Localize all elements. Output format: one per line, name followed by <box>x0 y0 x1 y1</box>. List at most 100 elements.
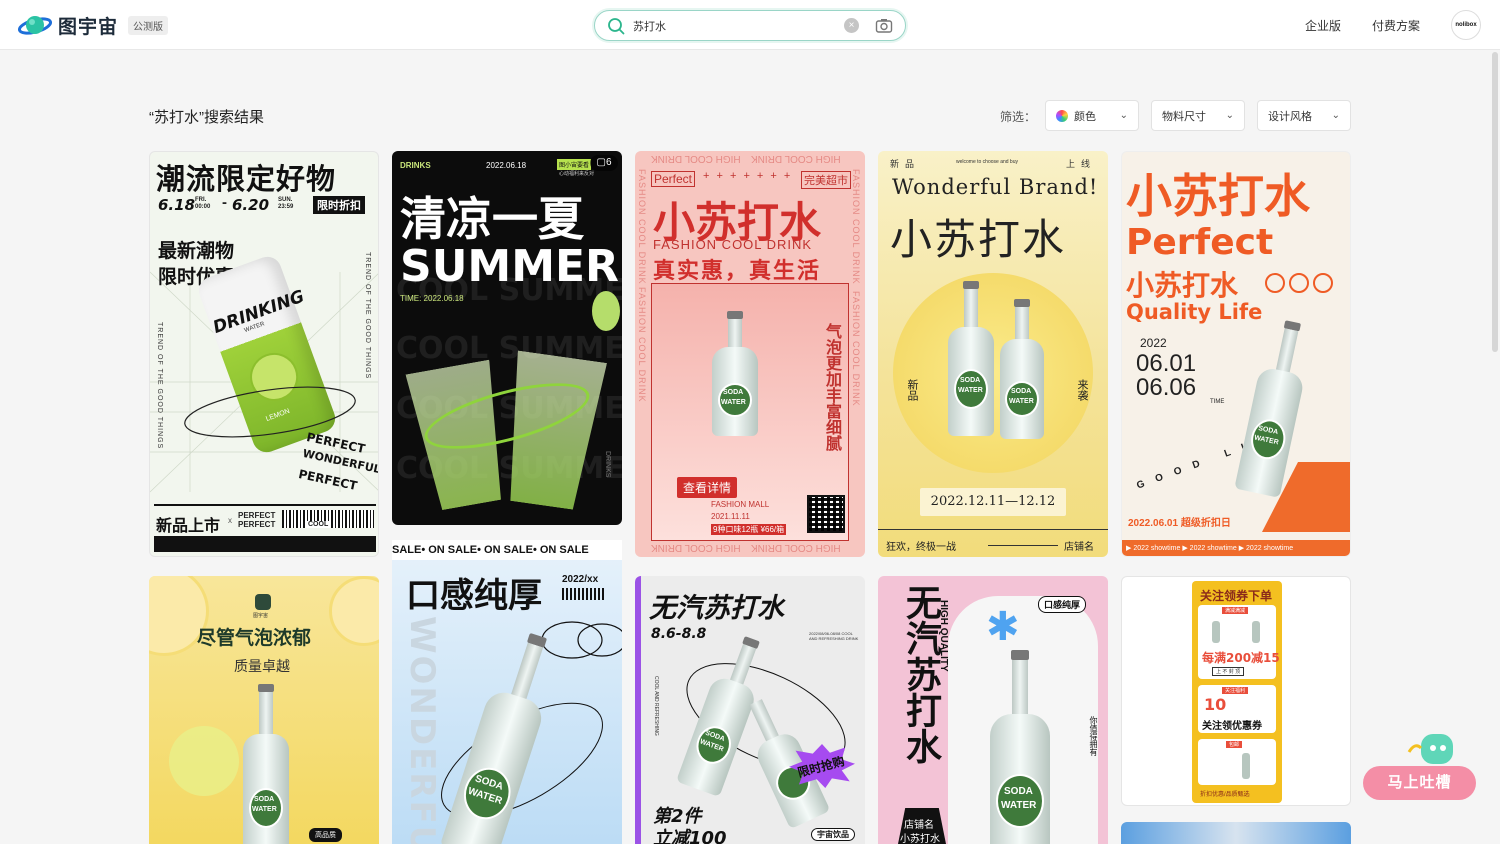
barcode-graphic <box>562 588 604 600</box>
card2-title2: SUMMER <box>400 241 619 292</box>
template-card-perfect-orange[interactable]: 小苏打水 Perfect 小苏打水 Quality Life 2022 06.0… <box>1121 151 1351 557</box>
card5-en: Perfect <box>1126 222 1274 263</box>
search-input[interactable] <box>633 16 833 35</box>
card10-deal1: 每满200减15 <box>1202 651 1280 665</box>
card1-time-b: 23:59 <box>278 204 294 210</box>
card2-title1: 清凉一夏 <box>400 192 584 246</box>
user-avatar[interactable]: nolibox <box>1451 10 1481 40</box>
lemon-slice-decoration <box>329 576 379 646</box>
card6-title: 尽管气泡浓郁 <box>197 627 312 649</box>
card3-slogan: 真实惠，真生活 <box>653 259 822 284</box>
card2-side: DRINKS <box>604 451 611 478</box>
coupon-box-2: 关注福利 10 关注领优惠券 <box>1198 685 1276 733</box>
card4-top-mid: welcome to choose and buy <box>956 159 1018 165</box>
card2-time: TIME: 2022.06.18 <box>400 294 464 303</box>
lime-slice-decoration <box>592 291 620 331</box>
filter-color[interactable]: 颜色 ⌄ <box>1045 100 1139 131</box>
page-count-badge[interactable]: ▢6 <box>590 155 618 171</box>
card10-btn1: 上 不 封 顶 <box>1212 667 1245 676</box>
card3-perfect: Perfect <box>651 171 696 187</box>
page-scrollbar[interactable] <box>1492 52 1498 352</box>
card9-badge: 口感纯厚 <box>1038 596 1087 613</box>
card9-shop2: 小苏打水 <box>900 834 940 844</box>
card3-side-right: FASHION COOL DRINK <box>851 169 861 285</box>
chevron-down-icon: ⌄ <box>1119 110 1128 121</box>
filter-size[interactable]: 物料尺寸 ⌄ <box>1151 100 1245 131</box>
asterisk-decoration-icon: ✱ <box>986 605 1020 649</box>
card8-small: 2022/08/06-08/08 COOL AND REFRESHING DRI… <box>809 631 859 641</box>
card7-ticker: SALE• ON SALE• ON SALE• ON SALE <box>392 540 622 560</box>
card7-date: 2022/xx <box>562 574 599 585</box>
template-card-coupon[interactable]: 关注领券下单 满减满减 每满200减15 上 不 封 顶 关注福利 10 关注领… <box>1121 576 1351 806</box>
bottle-soda-text: SODA <box>1004 786 1033 797</box>
template-card-trend-drinking[interactable]: 潮流限定好物 6.18 FRI. 00:00 - 6.20 SUN. 23:59… <box>149 151 379 557</box>
search-bar: × <box>594 10 906 41</box>
card1-date-b: 6.20 <box>232 196 270 214</box>
template-card-sale-on[interactable]: SALE• ON SALE• ON SALE• ON SALE 口感纯厚 202… <box>392 540 622 844</box>
card3-date: 2021.11.11 <box>711 512 750 521</box>
planet-logo-icon <box>18 16 52 35</box>
beta-badge: 公测版 <box>128 15 169 35</box>
card4-top-left: 新品 <box>890 159 921 169</box>
bottle-water-text: WATER <box>958 387 983 394</box>
card10-footer: 折扣优惠/品质甄选 <box>1200 792 1250 798</box>
card3-detail-button: 查看详情 <box>677 477 738 498</box>
qr-code <box>807 495 845 533</box>
card4-top-right: 上线 <box>1066 159 1097 169</box>
card4-coming: 来袭 <box>1076 379 1089 401</box>
card2-date: 2022.06.18 <box>486 161 527 170</box>
nav-enterprise[interactable]: 企业版 <box>1305 17 1341 34</box>
brand-logo[interactable]: 图宇宙 公测版 <box>18 11 169 39</box>
template-card-wonderful-brand[interactable]: 新品 welcome to choose and buy 上线 Wonderfu… <box>878 151 1108 557</box>
card8-promo2: 立减100 <box>653 828 727 844</box>
robot-mascot-icon <box>1407 734 1453 764</box>
brand-name: 图宇宙 <box>58 16 119 38</box>
card5-title: 小苏打水 <box>1126 169 1310 223</box>
card3-top-repeat: HIGH COOL DRINK <box>651 153 741 164</box>
camera-search-icon[interactable] <box>875 17 893 35</box>
card10-title: 关注领券下单 <box>1200 589 1273 603</box>
template-card-partial[interactable] <box>1121 822 1351 844</box>
card3-side-left-2: FASHION COOL DRINK <box>637 287 647 403</box>
card2-drinks: DRINKS <box>400 161 431 170</box>
card1-title: 潮流限定好物 <box>156 162 337 196</box>
template-card-no-gas-soda[interactable]: 无汽苏打水 8.6-8.8 2022/08/06-08/08 COOL AND … <box>635 576 865 844</box>
card5-showtime: ▶ 2022 showtime ▶ 2022 showtime ▶ 2022 s… <box>1122 540 1350 556</box>
card3-vertical: 气泡更加丰富细腻 <box>823 323 842 451</box>
card10-s2: 关注福利 <box>1222 687 1249 694</box>
card10-s3: 包邮 <box>1226 741 1243 748</box>
filter-style[interactable]: 设计风格 ⌄ <box>1257 100 1351 131</box>
template-card-bubble-quality[interactable]: 图宇宙 尽管气泡浓郁 质量卓越 SODA WATER 高品质 <box>149 576 379 844</box>
card2-page-count: 6 <box>605 157 612 168</box>
template-card-cool-summer[interactable]: COOL SUMMER COOL SUMMER COOL SUMMER COOL… <box>392 151 622 525</box>
bottle-water-text: WATER <box>1009 398 1034 405</box>
nav-pricing[interactable]: 付费方案 <box>1372 17 1420 34</box>
bottle-soda-text: SODA <box>960 377 981 384</box>
card1-x: x <box>228 516 232 525</box>
card1-tag: 限时折扣 <box>313 196 365 214</box>
template-card-high-quality[interactable]: 无汽苏打水 HIGH QUALITY 口感纯厚 ✱ 你值得拥有 SODA WAT… <box>878 576 1108 844</box>
pages-icon: ▢ <box>596 157 606 168</box>
card9-shop: 店铺名 <box>904 820 934 831</box>
card5-icons <box>1265 273 1333 293</box>
soda-bottle-illustration: SODA WATER <box>988 650 1052 844</box>
brand-logo-small <box>255 594 271 610</box>
soda-bottle-left: SODA WATER <box>948 281 994 436</box>
card3-side-left: FASHION COOL DRINK <box>637 169 647 285</box>
card5-tag: 2022.06.01 超级折扣日 <box>1128 518 1231 529</box>
card8-brand: 宇宙饮品 <box>811 828 855 841</box>
card3-bottom-repeat: HIGH COOL DRINK <box>651 542 741 553</box>
heart-circle-icon <box>1289 273 1309 293</box>
color-wheel-icon <box>1056 109 1068 122</box>
filter-color-label: 颜色 <box>1074 110 1096 123</box>
template-card-soda-pink[interactable]: HIGH COOL DRINK HIGH COOL DRINK FASHION … <box>635 151 865 557</box>
card4-footer: 狂欢，终极一战 店铺名 <box>878 529 1108 557</box>
card4-new: 新品 <box>906 379 919 401</box>
feedback-button[interactable]: 马上吐槽 <box>1363 766 1476 800</box>
card1-bottom: 新品上市 <box>156 516 221 535</box>
ball-circle-icon <box>1313 273 1333 293</box>
card1-cool: COOL <box>306 521 331 528</box>
card10-s1: 满减满减 <box>1222 607 1249 614</box>
clear-search-icon[interactable]: × <box>844 18 859 33</box>
card1-time-a: 00:00 <box>195 204 211 210</box>
